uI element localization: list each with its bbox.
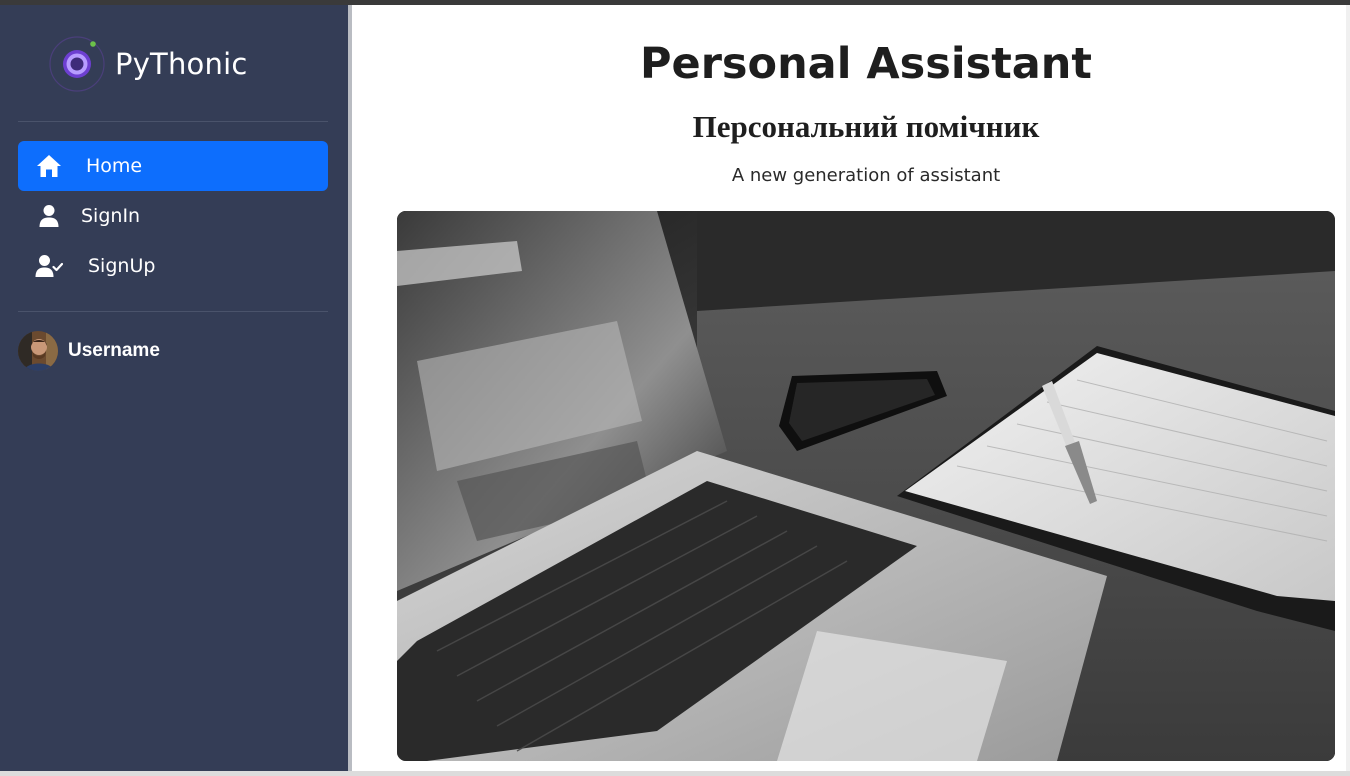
brand-name: PyThonic — [115, 47, 248, 81]
username: Username — [68, 340, 160, 361]
sidebar-divider — [18, 121, 328, 122]
sidebar-item-home[interactable]: Home — [18, 141, 328, 191]
user-check-icon — [34, 253, 64, 279]
sidebar-divider — [18, 311, 328, 312]
tagline: A new generation of assistant — [731, 165, 1001, 186]
avatar — [18, 331, 58, 371]
page-subtitle: Персональний помічник — [692, 109, 1040, 144]
page-title: Personal Assistant — [640, 39, 1092, 89]
sidebar-item-label: SignIn — [81, 205, 141, 227]
sidebar-item-signup[interactable]: SignUp — [18, 241, 328, 291]
sidebar-item-label: Home — [86, 155, 143, 177]
user-profile[interactable]: Username — [18, 331, 160, 371]
user-icon — [34, 203, 64, 229]
brand[interactable]: PyThonic — [48, 35, 247, 93]
home-icon — [34, 153, 64, 179]
scrollbar[interactable] — [1346, 5, 1350, 771]
sidebar: PyThonic Home SignIn SignUp Username — [0, 5, 348, 771]
sidebar-nav: Home SignIn SignUp — [18, 141, 328, 291]
window-bottom-border — [0, 771, 1350, 776]
sidebar-item-signin[interactable]: SignIn — [18, 191, 328, 241]
main-content: Personal Assistant Персональний помічник… — [352, 5, 1350, 771]
sidebar-item-label: SignUp — [88, 255, 156, 277]
ring-logo-icon — [48, 35, 106, 93]
hero-image — [397, 211, 1335, 761]
